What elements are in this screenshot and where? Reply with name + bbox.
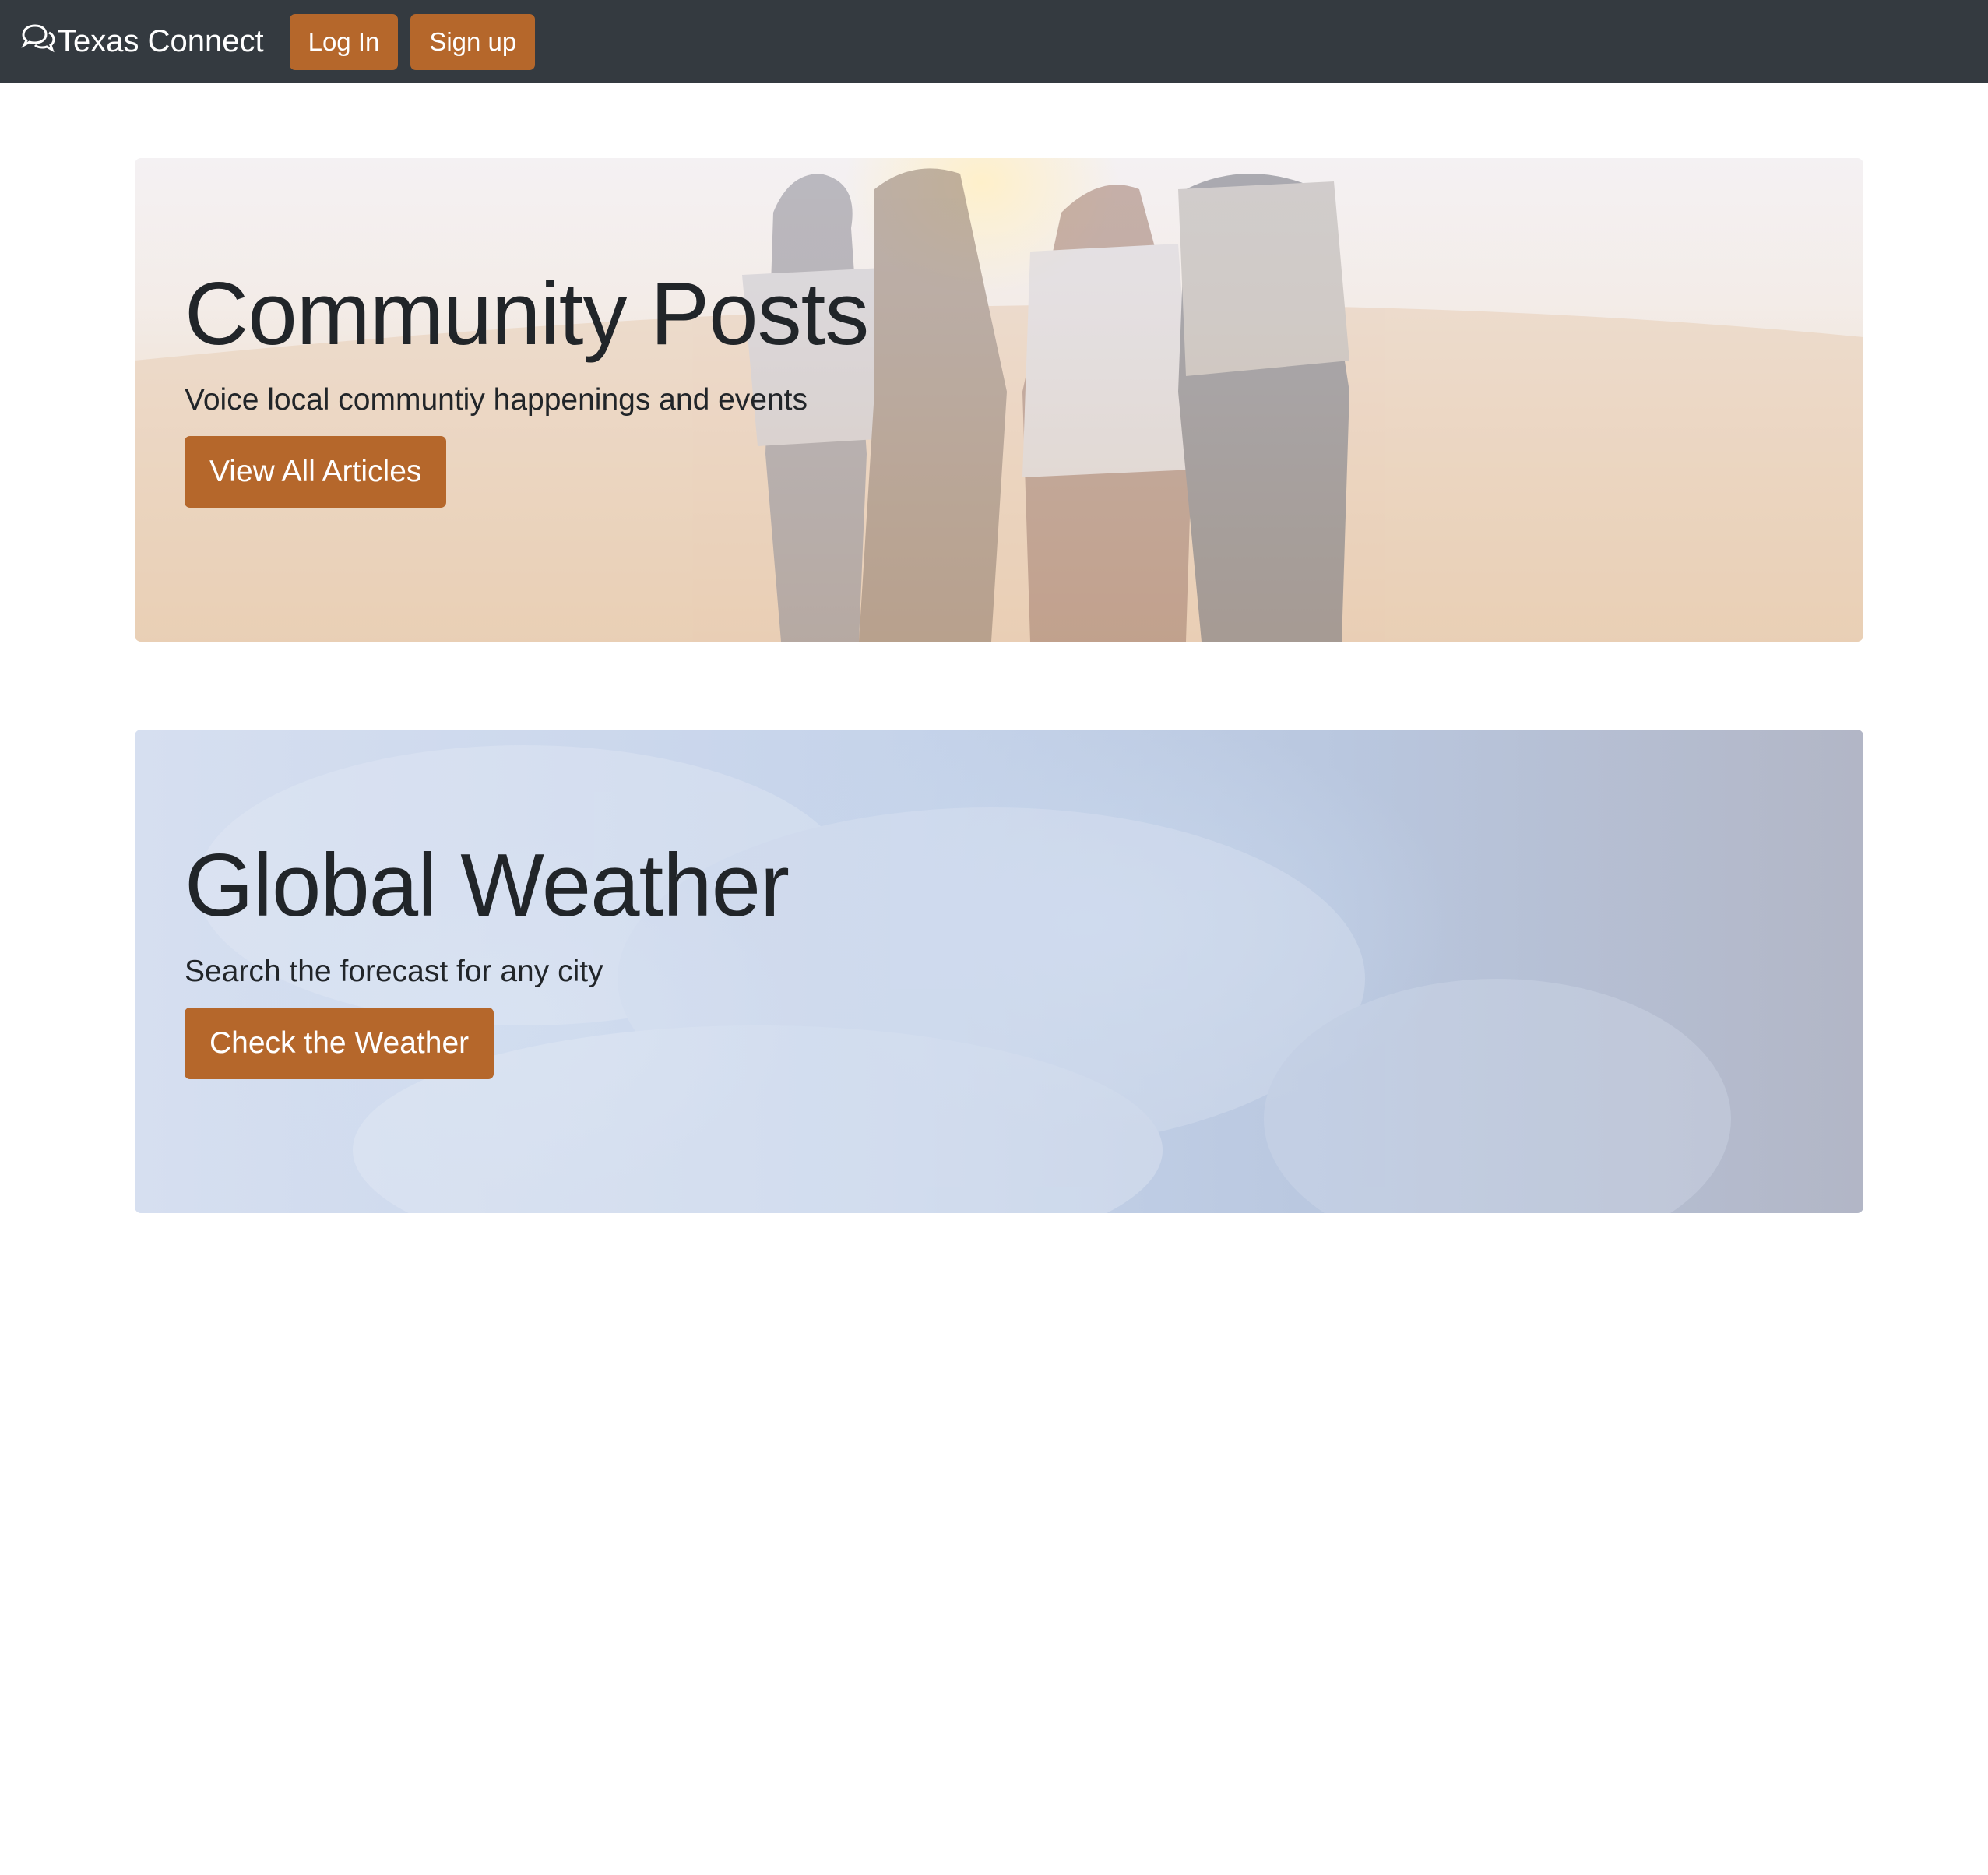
signup-button[interactable]: Sign up	[410, 13, 536, 70]
brand-link[interactable]: Texas Connect	[20, 19, 264, 65]
community-posts-jumbotron: Community Posts Voice local communtiy ha…	[135, 158, 1863, 642]
community-lead: Voice local communtiy happenings and eve…	[185, 383, 808, 417]
login-button[interactable]: Log In	[289, 13, 399, 70]
weather-title: Global Weather	[185, 836, 790, 935]
top-navbar: Texas Connect Log In Sign up	[0, 0, 1988, 83]
chat-bubbles-icon	[20, 23, 58, 62]
brand-name: Texas Connect	[58, 24, 264, 58]
view-all-articles-button[interactable]: View All Articles	[185, 436, 447, 508]
global-weather-jumbotron: Global Weather Search the forecast for a…	[135, 730, 1863, 1213]
check-weather-button[interactable]: Check the Weather	[185, 1008, 494, 1080]
weather-lead: Search the forecast for any city	[185, 955, 603, 989]
community-title: Community Posts	[185, 265, 869, 364]
